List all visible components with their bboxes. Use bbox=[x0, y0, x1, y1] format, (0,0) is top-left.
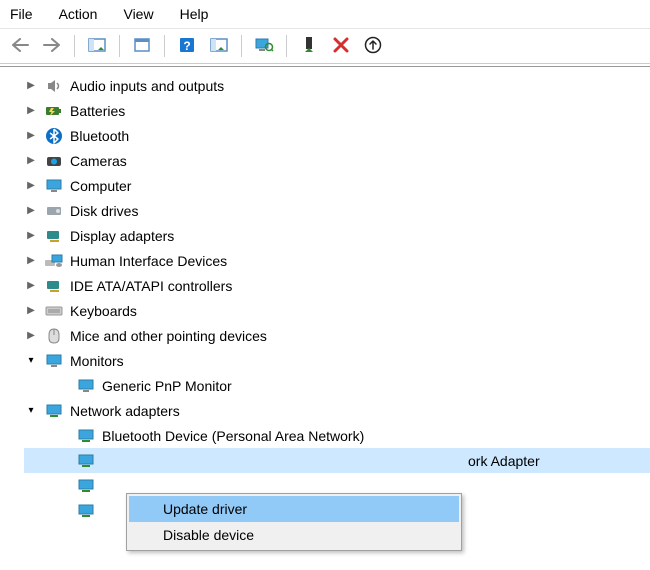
tree-node-hid[interactable]: ▶ Human Interface Devices bbox=[24, 248, 650, 273]
tree-label: Human Interface Devices bbox=[70, 253, 227, 269]
chevron-right-icon: ▶ bbox=[24, 254, 38, 268]
tree-label: Display adapters bbox=[70, 228, 174, 244]
tree-label: Network adapters bbox=[70, 403, 180, 419]
tree-label-suffix: ork Adapter bbox=[468, 453, 540, 469]
chevron-right-icon: ▶ bbox=[24, 104, 38, 118]
tree-node-computer[interactable]: ▶ Computer bbox=[24, 173, 650, 198]
chevron-right-icon: ▶ bbox=[24, 329, 38, 343]
tree-label: Bluetooth bbox=[70, 128, 129, 144]
bluetooth-icon bbox=[44, 126, 64, 146]
network-adapter-icon bbox=[76, 426, 96, 446]
disk-icon bbox=[44, 201, 64, 221]
tree-node-cameras[interactable]: ▶ Cameras bbox=[24, 148, 650, 173]
tree-node-bt-pan[interactable]: ▶ Bluetooth Device (Personal Area Networ… bbox=[24, 423, 650, 448]
keyboard-icon bbox=[44, 301, 64, 321]
context-menu: Update driver Disable device bbox=[126, 493, 462, 551]
tree-label: IDE ATA/ATAPI controllers bbox=[70, 278, 232, 294]
enable-device-icon bbox=[301, 36, 317, 57]
update-icon bbox=[364, 36, 382, 57]
tree-node-bluetooth[interactable]: ▶ Bluetooth bbox=[24, 123, 650, 148]
delete-icon bbox=[333, 37, 349, 56]
battery-icon bbox=[44, 101, 64, 121]
monitor-icon bbox=[44, 351, 64, 371]
back-arrow-icon bbox=[11, 38, 29, 55]
ctx-update-driver[interactable]: Update driver bbox=[129, 496, 459, 522]
chevron-right-icon: ▶ bbox=[24, 204, 38, 218]
menu-action[interactable]: Action bbox=[55, 4, 102, 24]
showhide-button[interactable] bbox=[83, 33, 111, 59]
back-button[interactable] bbox=[6, 33, 34, 59]
forward-button[interactable] bbox=[38, 33, 66, 59]
tree-node-generic-monitor[interactable]: ▶ Generic PnP Monitor bbox=[24, 373, 650, 398]
scan-hardware-icon bbox=[254, 37, 274, 56]
delete-button[interactable] bbox=[327, 33, 355, 59]
toolbar-separator bbox=[286, 35, 287, 57]
ctx-disable-device[interactable]: Disable device bbox=[129, 522, 459, 548]
toolbar-separator bbox=[241, 35, 242, 57]
svg-text:?: ? bbox=[183, 39, 190, 53]
refresh-icon bbox=[210, 37, 228, 56]
chevron-right-icon: ▶ bbox=[24, 154, 38, 168]
tree-label: Mice and other pointing devices bbox=[70, 328, 267, 344]
tree-node-batteries[interactable]: ▶ Batteries bbox=[24, 98, 650, 123]
camera-icon bbox=[44, 151, 64, 171]
update-button[interactable] bbox=[359, 33, 387, 59]
menu-view[interactable]: View bbox=[119, 4, 157, 24]
display-adapter-icon bbox=[44, 226, 64, 246]
menu-help[interactable]: Help bbox=[176, 4, 213, 24]
tree-node-network-adapters[interactable]: ▾ Network adapters bbox=[24, 398, 650, 423]
tree-node-mice[interactable]: ▶ Mice and other pointing devices bbox=[24, 323, 650, 348]
tree-node-display-adapters[interactable]: ▶ Display adapters bbox=[24, 223, 650, 248]
menubar: File Action View Help bbox=[0, 0, 650, 29]
tree-node-audio[interactable]: ▶ Audio inputs and outputs bbox=[24, 73, 650, 98]
tree-label: Monitors bbox=[70, 353, 124, 369]
network-adapter-icon bbox=[76, 476, 96, 496]
help-button[interactable]: ? bbox=[173, 33, 201, 59]
tree-label: Disk drives bbox=[70, 203, 138, 219]
scan-button[interactable] bbox=[250, 33, 278, 59]
hid-icon bbox=[44, 251, 64, 271]
chevron-down-icon: ▾ bbox=[24, 404, 38, 418]
monitor-icon bbox=[44, 176, 64, 196]
menu-file[interactable]: File bbox=[6, 4, 37, 24]
refresh-button[interactable] bbox=[205, 33, 233, 59]
ide-icon bbox=[44, 276, 64, 296]
tree-node-ide[interactable]: ▶ IDE ATA/ATAPI controllers bbox=[24, 273, 650, 298]
showhide-icon bbox=[88, 37, 106, 56]
tree-node-keyboards[interactable]: ▶ Keyboards bbox=[24, 298, 650, 323]
device-tree: ▶ Audio inputs and outputs ▶ Batteries ▶… bbox=[0, 66, 650, 570]
enable-button[interactable] bbox=[295, 33, 323, 59]
tree-label: Generic PnP Monitor bbox=[102, 378, 232, 394]
tree-label: Audio inputs and outputs bbox=[70, 78, 224, 94]
chevron-right-icon: ▶ bbox=[24, 129, 38, 143]
network-adapter-icon bbox=[76, 451, 96, 471]
chevron-right-icon: ▶ bbox=[24, 304, 38, 318]
speaker-icon bbox=[44, 76, 64, 96]
tree-label: Keyboards bbox=[70, 303, 137, 319]
chevron-right-icon: ▶ bbox=[24, 179, 38, 193]
help-icon: ? bbox=[178, 36, 196, 57]
tree-label: Bluetooth Device (Personal Area Network) bbox=[102, 428, 364, 444]
mouse-icon bbox=[44, 326, 64, 346]
chevron-right-icon: ▶ bbox=[24, 79, 38, 93]
network-adapter-icon bbox=[44, 401, 64, 421]
toolbar-separator bbox=[119, 35, 120, 57]
monitor-icon bbox=[76, 376, 96, 396]
tree-label: Batteries bbox=[70, 103, 125, 119]
chevron-down-icon: ▾ bbox=[24, 354, 38, 368]
network-adapter-icon bbox=[76, 501, 96, 521]
tree-node-disk-drives[interactable]: ▶ Disk drives bbox=[24, 198, 650, 223]
tree-node-selected-adapter[interactable]: ▶ ork Adapter bbox=[24, 448, 650, 473]
toolbar: ? bbox=[0, 29, 650, 64]
forward-arrow-icon bbox=[43, 38, 61, 55]
tree-label: Cameras bbox=[70, 153, 127, 169]
toolbar-separator bbox=[164, 35, 165, 57]
export-icon bbox=[133, 37, 151, 56]
chevron-right-icon: ▶ bbox=[24, 279, 38, 293]
export-button[interactable] bbox=[128, 33, 156, 59]
toolbar-separator bbox=[74, 35, 75, 57]
tree-label: Computer bbox=[70, 178, 131, 194]
tree-node-monitors[interactable]: ▾ Monitors bbox=[24, 348, 650, 373]
chevron-right-icon: ▶ bbox=[24, 229, 38, 243]
